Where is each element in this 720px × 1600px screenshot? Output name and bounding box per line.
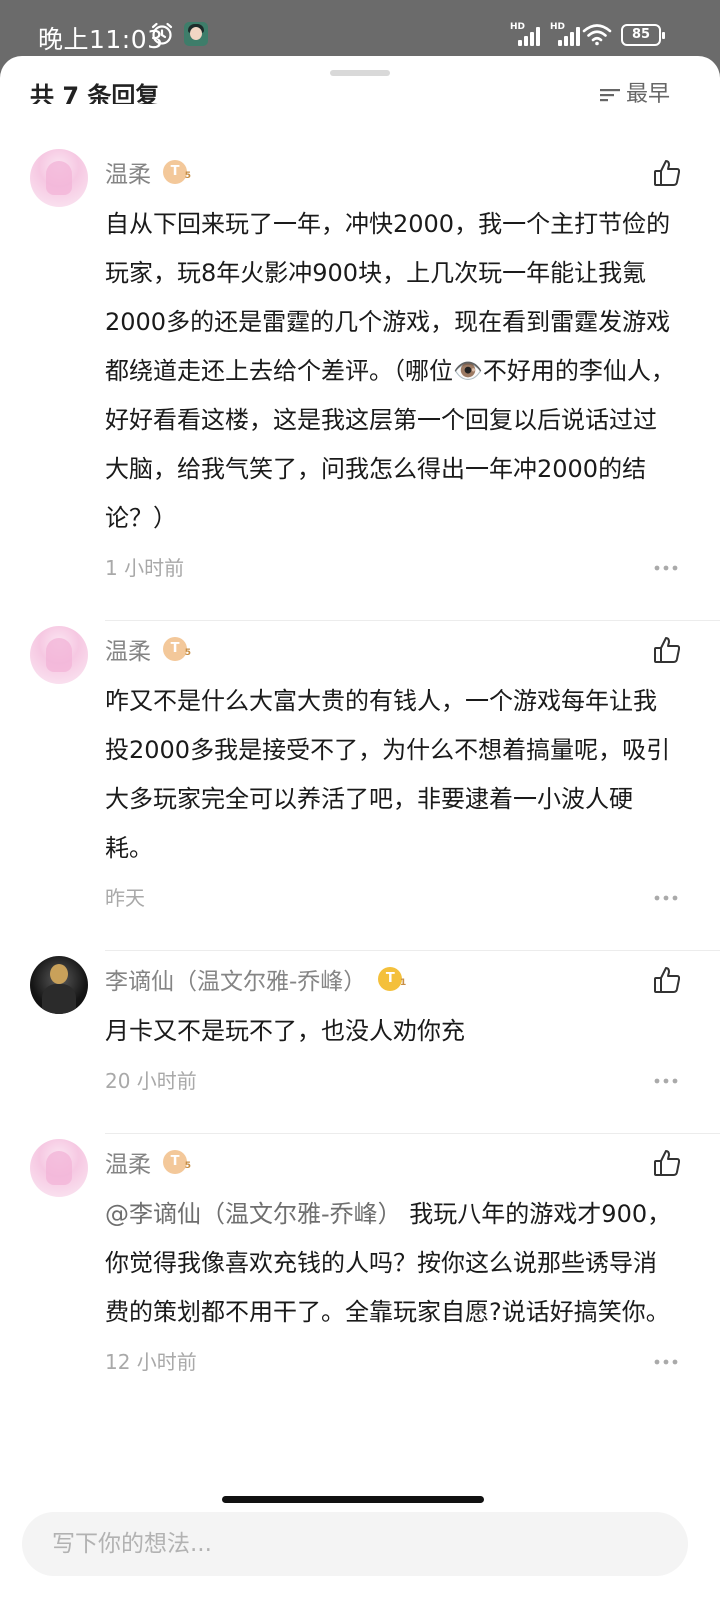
wifi-icon	[582, 24, 612, 46]
comment-time: 20 小时前	[105, 1069, 197, 1093]
comment-text: @李谪仙（温文尔雅-乔峰） 我玩八年的游戏才900，你觉得我像喜欢充钱的人吗？按…	[105, 1190, 680, 1337]
signal-icon-sim2: HD	[550, 22, 586, 48]
comment-item: 李谪仙（温文尔雅-乔峰） T1 月卡又不是玩不了，也没人劝你充 20 小时前	[0, 951, 720, 1133]
comment-text: 月卡又不是玩不了，也没人劝你充	[105, 1017, 465, 1045]
username[interactable]: 温柔	[105, 155, 151, 189]
like-icon[interactable]	[652, 1148, 682, 1178]
sheet-header: 共 7 条回复 最早	[0, 56, 720, 104]
comment-input-bar: 写下你的想法...	[0, 1490, 720, 1600]
alarm-icon	[151, 22, 173, 45]
signal-icon-sim1: HD	[510, 22, 546, 48]
avatar[interactable]	[30, 626, 88, 684]
signal-hd-label: HD	[550, 22, 566, 32]
level-badge: T5	[163, 160, 191, 184]
comment-text: 自从下回来玩了一年，冲快2000，我一个主打节俭的玩家，玩8年火影冲900块，上…	[105, 210, 675, 532]
home-indicator[interactable]	[222, 1496, 484, 1503]
comment-item: 温柔 T5 自从下回来玩了一年，冲快2000，我一个主打节俭的玩家，玩8年火影冲…	[0, 144, 720, 620]
comment-list: 温柔 T5 自从下回来玩了一年，冲快2000，我一个主打节俭的玩家，玩8年火影冲…	[0, 144, 720, 1434]
avatar[interactable]	[30, 956, 88, 1014]
comment-time: 昨天	[105, 886, 145, 910]
like-icon[interactable]	[652, 158, 682, 188]
more-icon[interactable]	[654, 1078, 678, 1084]
level-badge: T5	[163, 1150, 191, 1174]
status-time: 晚上11:03	[38, 25, 164, 54]
sort-label: 最早	[626, 82, 671, 104]
sort-button[interactable]: 最早	[600, 76, 670, 104]
avatar[interactable]	[30, 149, 88, 207]
comment-time: 12 小时前	[105, 1350, 197, 1374]
avatar[interactable]	[30, 1139, 88, 1197]
username[interactable]: 温柔	[105, 1145, 151, 1179]
like-icon[interactable]	[652, 635, 682, 665]
comment-item: 温柔 T5 @李谪仙（温文尔雅-乔峰） 我玩八年的游戏才900，你觉得我像喜欢充…	[0, 1134, 720, 1434]
sort-icon	[600, 89, 620, 102]
comment-input[interactable]: 写下你的想法...	[22, 1512, 688, 1576]
more-icon[interactable]	[654, 565, 678, 571]
mention-link[interactable]: @李谪仙（温文尔雅-乔峰）	[105, 1200, 402, 1228]
signal-hd-label: HD	[510, 22, 526, 32]
battery-indicator: 85	[621, 24, 665, 46]
status-bar: 晚上11:03 HD HD 85	[0, 0, 720, 60]
level-badge: T5	[163, 637, 191, 661]
comment-text: 咋又不是什么大富大贵的有钱人，一个游戏每年让我投2000多我是接受不了，为什么不…	[105, 687, 671, 862]
drag-handle[interactable]	[330, 70, 390, 76]
comment-time: 1 小时前	[105, 556, 185, 580]
reply-count-title: 共 7 条回复	[30, 82, 160, 104]
comment-meta: 12 小时前	[105, 1337, 680, 1387]
username[interactable]: 温柔	[105, 632, 151, 666]
username[interactable]: 李谪仙（温文尔雅-乔峰）	[105, 962, 366, 996]
more-icon[interactable]	[654, 1359, 678, 1365]
replies-sheet: 共 7 条回复 最早 温柔 T5 自从下回来玩了一年，冲快2000，我一个主打节…	[0, 56, 720, 1600]
like-icon[interactable]	[652, 965, 682, 995]
app-notification-icon	[184, 22, 208, 46]
comment-meta: 昨天	[105, 873, 680, 923]
comment-meta: 1 小时前	[105, 543, 680, 593]
more-icon[interactable]	[654, 895, 678, 901]
comment-meta: 20 小时前	[105, 1056, 680, 1106]
level-badge: T1	[378, 967, 406, 991]
comment-item: 温柔 T5 咋又不是什么大富大贵的有钱人，一个游戏每年让我投2000多我是接受不…	[0, 621, 720, 950]
